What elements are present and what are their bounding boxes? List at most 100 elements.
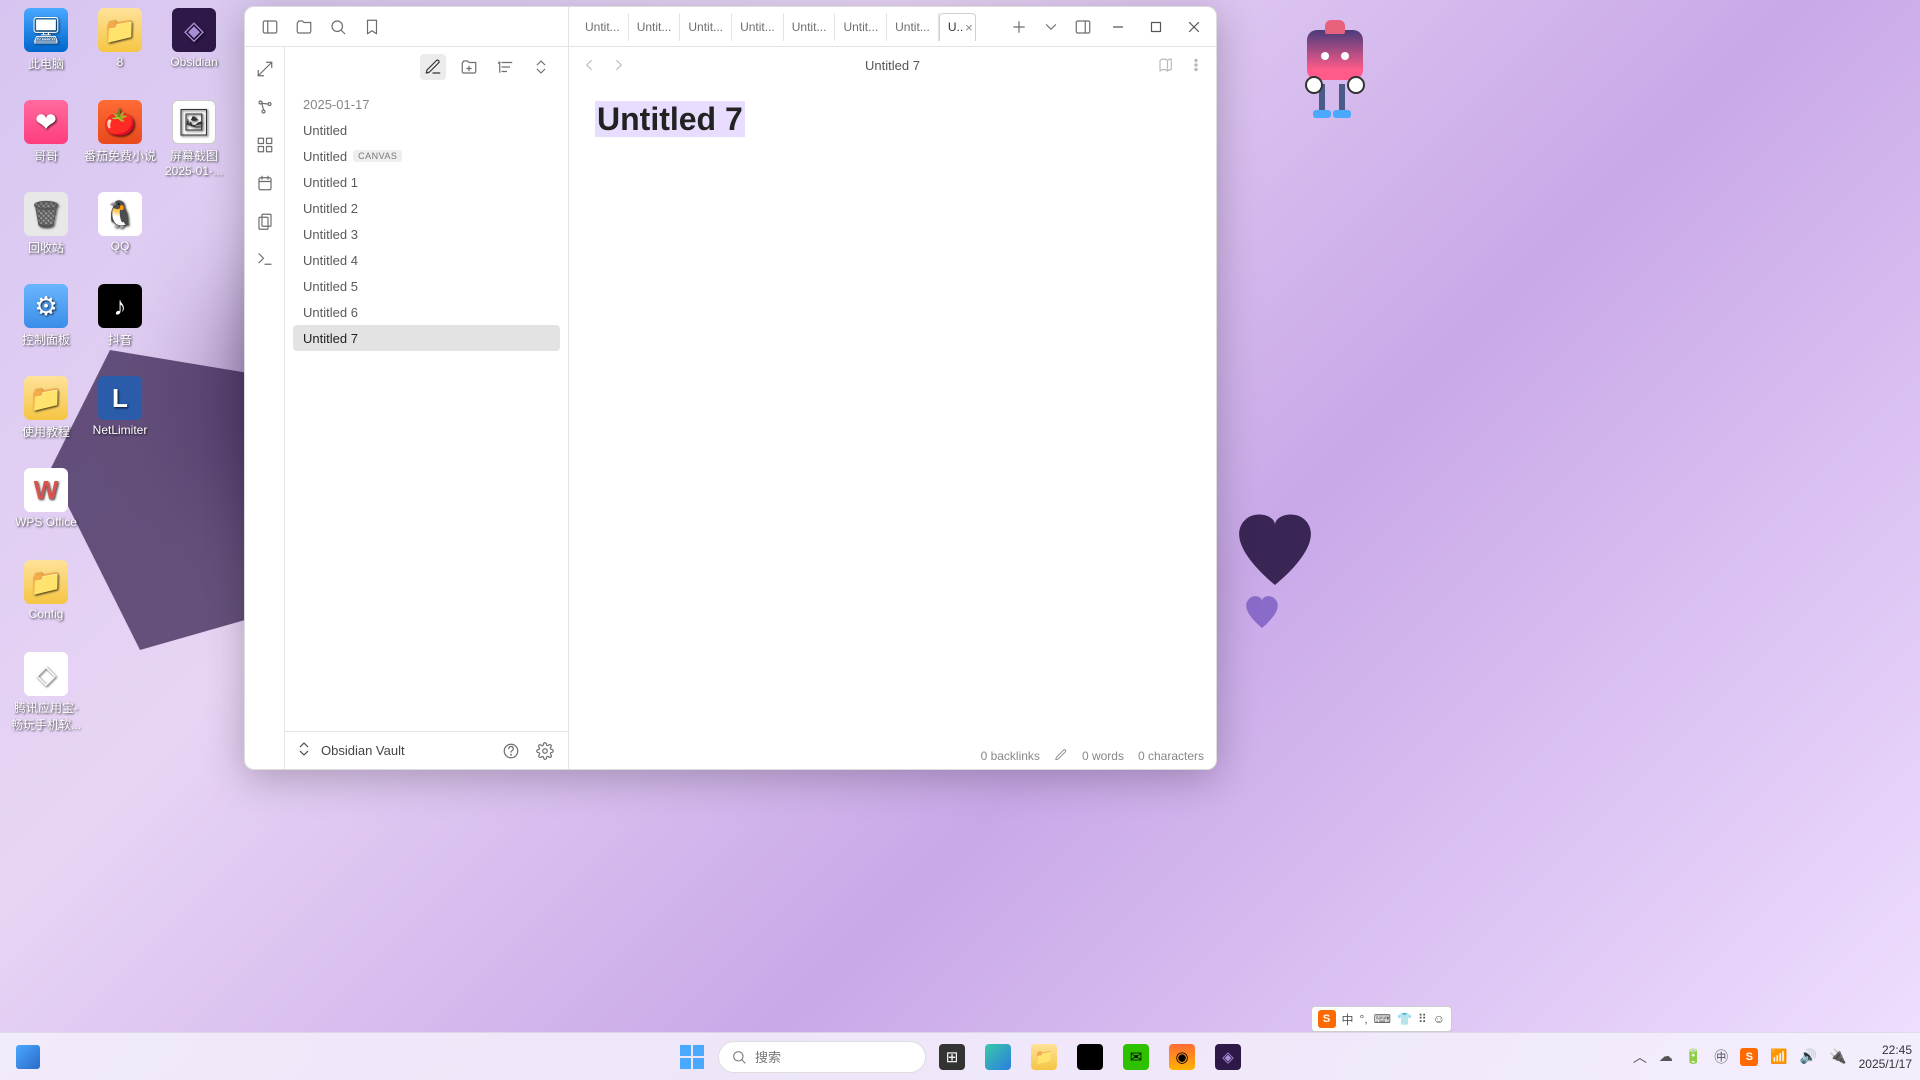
desktop-icon-此电脑[interactable]: 🖥此电脑 (10, 8, 82, 72)
start-button[interactable] (672, 1037, 712, 1077)
sogou-icon[interactable]: S (1318, 1010, 1336, 1028)
graph-icon[interactable] (251, 93, 279, 121)
tab-7[interactable]: U..× (939, 13, 976, 41)
daily-note-icon[interactable] (251, 169, 279, 197)
task-view-button[interactable]: ⊞ (932, 1037, 972, 1077)
ime-keyboard-icon[interactable]: ⌨ (1374, 1012, 1391, 1026)
desktop-icon-抖音[interactable]: ♪抖音 (84, 284, 156, 348)
file-item[interactable]: Untitled 3 (293, 221, 560, 247)
more-options-icon[interactable] (1184, 53, 1208, 77)
new-folder-icon[interactable] (456, 54, 482, 80)
ime-face-icon[interactable]: ☺ (1433, 1012, 1445, 1026)
desktop-icon-QQ[interactable]: 🐧QQ (84, 192, 156, 253)
file-item[interactable]: Untitled 2 (293, 195, 560, 221)
ime-skin-icon[interactable]: 👕 (1397, 1012, 1412, 1026)
tab-5[interactable]: Untit... (835, 13, 887, 41)
file-item[interactable]: Untitled 7 (293, 325, 560, 351)
canvas-icon[interactable] (251, 131, 279, 159)
desktop-icon-番茄免费小说[interactable]: 🍅番茄免费小说 (84, 100, 156, 164)
file-item[interactable]: Untitled 4 (293, 247, 560, 273)
tray-onedrive-icon[interactable]: ☁ (1659, 1048, 1673, 1065)
settings-icon[interactable] (532, 738, 558, 764)
backlinks-count[interactable]: 0 backlinks (981, 749, 1040, 763)
tab-close-icon[interactable]: × (965, 20, 973, 35)
tray-sogou-icon[interactable]: S (1740, 1048, 1758, 1066)
desktop-icon-NetLimiter[interactable]: LNetLimiter (84, 376, 156, 437)
tab-0[interactable]: Untit... (577, 13, 629, 41)
nav-forward-icon[interactable] (607, 53, 631, 77)
sidebar-toggle-icon[interactable] (255, 12, 285, 42)
tab-6[interactable]: Untit... (887, 13, 939, 41)
desktop-icon-回收站[interactable]: 🗑回收站 (10, 192, 82, 256)
tray-power-icon[interactable]: 🔌 (1829, 1048, 1846, 1065)
taskbar-obsidian[interactable]: ◈ (1208, 1037, 1248, 1077)
ime-toolbox-icon[interactable]: ⠿ (1418, 1012, 1427, 1026)
nav-back-icon[interactable] (577, 53, 601, 77)
vault-switcher-icon[interactable] (295, 740, 313, 761)
tray-battery-icon[interactable]: 🔋 (1685, 1048, 1702, 1065)
file-item[interactable]: Untitled 1 (293, 169, 560, 195)
taskbar-search[interactable]: 搜索 (718, 1041, 926, 1073)
new-note-icon[interactable] (420, 54, 446, 80)
file-item[interactable]: Untitled 5 (293, 273, 560, 299)
tab-dropdown-icon[interactable] (1036, 12, 1066, 42)
desktop-icon-腾讯应用宝-畅玩手机软...[interactable]: ◇腾讯应用宝-畅玩手机软... (10, 652, 82, 733)
taskbar-tiktok[interactable]: ♪ (1070, 1037, 1110, 1077)
collapse-icon[interactable] (528, 54, 554, 80)
desktop-mascot[interactable] (1290, 30, 1380, 140)
tray-wifi-icon[interactable]: 📶 (1770, 1048, 1787, 1065)
search-placeholder: 搜索 (755, 1047, 781, 1066)
taskbar-app[interactable]: ◉ (1162, 1037, 1202, 1077)
file-date-header: 2025-01-17 (293, 91, 560, 117)
sort-icon[interactable] (492, 54, 518, 80)
editor-body[interactable]: Untitled 7 (569, 83, 1216, 743)
desktop-icon-控制面板[interactable]: ⚙控制面板 (10, 284, 82, 348)
tray-ime-icon[interactable]: ㊥ (1714, 1047, 1728, 1067)
desktop-icon-8[interactable]: 📁8 (84, 8, 156, 69)
file-item[interactable]: UntitledCANVAS (293, 143, 560, 169)
minimize-button[interactable] (1100, 12, 1136, 42)
desktop-icon-Config[interactable]: 📁Config (10, 560, 82, 621)
file-item[interactable]: Untitled (293, 117, 560, 143)
right-sidebar-toggle-icon[interactable] (1068, 12, 1098, 42)
tray-chevron-icon[interactable]: ︿ (1633, 1047, 1647, 1067)
tab-2[interactable]: Untit... (680, 13, 732, 41)
taskbar-explorer[interactable]: 📁 (1024, 1037, 1064, 1077)
vault-icon[interactable] (289, 12, 319, 42)
char-count[interactable]: 0 characters (1138, 749, 1204, 763)
wallpaper-heart-small (1242, 594, 1282, 630)
close-button[interactable] (1176, 12, 1212, 42)
quick-switcher-icon[interactable] (251, 55, 279, 83)
ime-toolbar[interactable]: S 中 °, ⌨ 👕 ⠿ ☺ (1311, 1006, 1453, 1032)
word-count[interactable]: 0 words (1082, 749, 1124, 763)
desktop-icon-使用教程[interactable]: 📁使用教程 (10, 376, 82, 440)
ime-mode[interactable]: 中 (1342, 1011, 1354, 1028)
taskbar-clock[interactable]: 22:45 2025/1/17 (1859, 1043, 1912, 1071)
new-tab-icon[interactable] (1004, 12, 1034, 42)
taskbar-edge[interactable] (978, 1037, 1018, 1077)
obsidian-window: Untit...Untit...Untit...Untit...Untit...… (244, 6, 1217, 770)
templates-icon[interactable] (251, 207, 279, 235)
desktop-icon-WPS Office[interactable]: WWPS Office (10, 468, 82, 529)
tab-3[interactable]: Untit... (732, 13, 784, 41)
taskbar-wechat[interactable]: ✉ (1116, 1037, 1156, 1077)
ime-punct-icon[interactable]: °, (1360, 1012, 1368, 1026)
vault-name[interactable]: Obsidian Vault (321, 743, 405, 758)
tray-volume-icon[interactable]: 🔊 (1800, 1048, 1817, 1065)
command-palette-icon[interactable] (251, 245, 279, 273)
reading-view-icon[interactable] (1154, 53, 1178, 77)
tab-4[interactable]: Untit... (784, 13, 836, 41)
editor-tab-title[interactable]: Untitled 7 (637, 58, 1148, 73)
file-item[interactable]: Untitled 6 (293, 299, 560, 325)
widgets-button[interactable] (6, 1037, 50, 1077)
maximize-button[interactable] (1138, 12, 1174, 42)
document-title[interactable]: Untitled 7 (595, 101, 745, 137)
bookmark-icon[interactable] (357, 12, 387, 42)
desktop-icon-屏幕截图 2025-01-...[interactable]: 🖼屏幕截图 2025-01-... (158, 100, 230, 178)
edit-mode-icon[interactable] (1054, 748, 1068, 765)
desktop-icon-Obsidian[interactable]: ◈Obsidian (158, 8, 230, 69)
tab-1[interactable]: Untit... (629, 13, 681, 41)
desktop-icon-哥哥[interactable]: ❤哥哥 (10, 100, 82, 164)
search-icon[interactable] (323, 12, 353, 42)
help-icon[interactable] (498, 738, 524, 764)
